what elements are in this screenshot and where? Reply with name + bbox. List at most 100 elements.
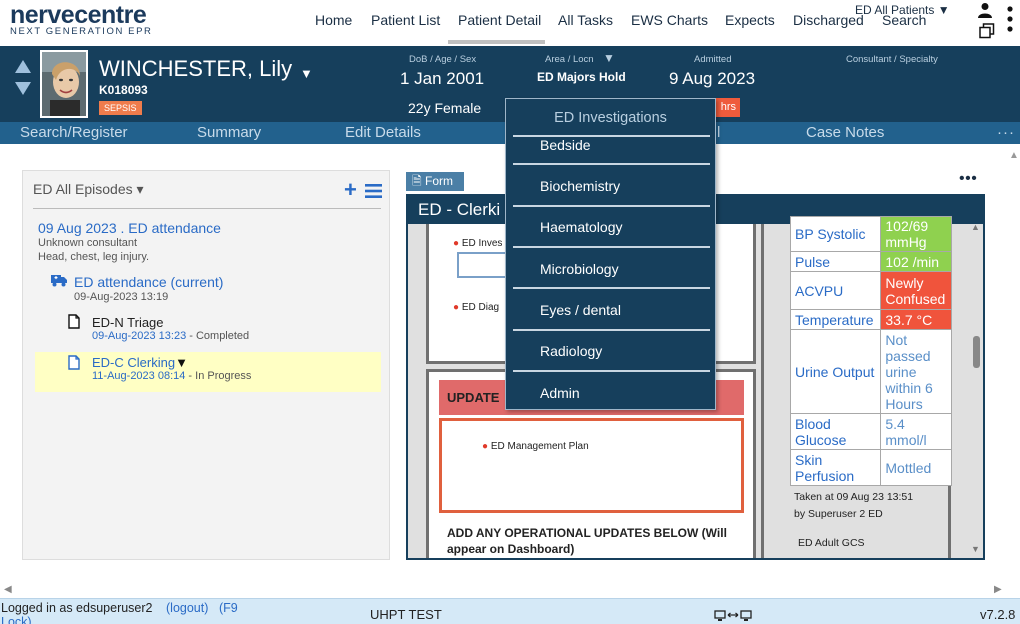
form-tab[interactable]: 🗎 Form: [406, 172, 464, 191]
dropdown-item-microbiology[interactable]: Microbiology: [540, 261, 619, 277]
clerking-form-meta: 11-Aug-2023 08:14 - In Progress: [92, 370, 251, 382]
investigations-label: ● ED Inves: [453, 238, 502, 249]
subnav-case-notes[interactable]: Case Notes: [806, 124, 884, 141]
form-scroll-down-icon[interactable]: ▼: [971, 544, 980, 554]
logo-tagline: NEXT GENERATION EPR: [10, 26, 153, 37]
form-scrollbar[interactable]: [973, 336, 980, 368]
clerking-form-row[interactable]: ED-C Clerking▼ 11-Aug-2023 08:14 - In Pr…: [35, 352, 381, 392]
clerking-form-label[interactable]: ED-C Clerking: [92, 355, 175, 370]
patient-photo[interactable]: [40, 50, 88, 118]
area-caret-icon[interactable]: ▼: [603, 51, 615, 65]
divider: [513, 370, 710, 372]
patient-name[interactable]: WINCHESTER, Lily: [99, 56, 292, 82]
previous-patient-icon[interactable]: [15, 60, 31, 73]
patient-id: K018093: [99, 83, 148, 97]
current-attendance-link[interactable]: ED attendance (current): [74, 274, 223, 290]
vitals-row: BP Systolic 102/69 mmHg: [789, 216, 952, 252]
investigations-dropdown: ED Investigations Bedside Biochemistry H…: [505, 98, 716, 410]
dropdown-item-biochemistry[interactable]: Biochemistry: [540, 178, 620, 194]
triage-form-name[interactable]: ED-N Triage: [92, 315, 164, 330]
vitals-label: BP Systolic: [789, 216, 882, 252]
vitals-row: ACVPU Newly Confused: [789, 271, 952, 310]
dropdown-item-radiology[interactable]: Radiology: [540, 343, 602, 359]
sepsis-flag-badge[interactable]: SEPSIS: [99, 101, 142, 115]
nav-active-indicator: [448, 40, 545, 44]
required-dot-icon: ●: [482, 441, 491, 452]
clerking-form-date[interactable]: 11-Aug-2023 08:14: [92, 370, 185, 382]
nav-search[interactable]: Search: [882, 12, 926, 28]
next-patient-icon[interactable]: [15, 82, 31, 95]
scroll-left-icon[interactable]: ◀: [4, 584, 12, 595]
gcs-label: ED Adult GCS: [798, 537, 865, 549]
dropdown-item-bedside[interactable]: Bedside: [540, 137, 591, 153]
age-sex-value: 22y Female: [408, 100, 482, 116]
user-icon[interactable]: [977, 2, 993, 18]
dropdown-title: ED Investigations: [554, 110, 667, 126]
list-menu-icon[interactable]: [365, 184, 382, 198]
area-label: Area / Locn: [545, 54, 594, 65]
admitted-label: Admitted: [694, 54, 732, 65]
nav-discharged[interactable]: Discharged: [793, 12, 864, 28]
dropdown-item-admin[interactable]: Admin: [540, 385, 580, 401]
subnav-edit-details[interactable]: Edit Details: [345, 124, 421, 141]
vitals-value: 33.7 °C: [880, 309, 952, 330]
subnav-hidden-item[interactable]: l: [717, 124, 720, 141]
subnav-search-register[interactable]: Search/Register: [20, 124, 128, 141]
logged-in-user: Logged in as edsuperuser2: [1, 601, 153, 615]
nav-patient-list[interactable]: Patient List: [371, 12, 440, 28]
form-more-icon[interactable]: •••: [959, 171, 977, 187]
lock-link-continued[interactable]: Lock): [1, 615, 32, 624]
nav-home[interactable]: Home: [315, 12, 352, 28]
subnav-summary[interactable]: Summary: [197, 124, 261, 141]
dropdown-item-haematology[interactable]: Haematology: [540, 219, 623, 235]
admitted-value: 9 Aug 2023: [669, 69, 756, 88]
operational-updates-label: ADD ANY OPERATIONAL UPDATES BELOW (Will …: [447, 526, 727, 556]
required-dot-icon: ●: [453, 302, 462, 313]
dropdown-item-eyes-dental[interactable]: Eyes / dental: [540, 302, 621, 318]
vitals-value: 102/69 mmHg: [880, 216, 952, 252]
form-scroll-up-icon[interactable]: ▲: [971, 222, 980, 232]
switch-screens-icon[interactable]: [714, 610, 752, 623]
divider: [513, 329, 710, 331]
dob-value: 1 Jan 2001: [400, 69, 485, 88]
form-tab-label: Form: [424, 174, 453, 188]
clerking-form-status: - In Progress: [185, 370, 252, 382]
clerking-caret-icon[interactable]: ▼: [175, 355, 188, 370]
nav-patient-detail[interactable]: Patient Detail: [458, 12, 541, 28]
vitals-table: BP Systolic 102/69 mmHg Pulse 102 /min ACVPU…: [789, 216, 952, 486]
patient-menu-caret-icon[interactable]: ▼: [300, 66, 313, 81]
clerking-form-name[interactable]: ED-C Clerking▼: [92, 355, 188, 370]
scroll-up-icon[interactable]: ▲: [1009, 150, 1019, 161]
form-doc-icon: 🗎: [412, 174, 425, 188]
nav-expects[interactable]: Expects: [725, 12, 775, 28]
patient-photo-image: [42, 52, 86, 116]
diagnosis-label-text: ED Diag: [461, 302, 500, 313]
episode-title[interactable]: 09 Aug 2023 . ED attendance: [38, 220, 221, 236]
logout-link[interactable]: (logout): [166, 601, 208, 615]
subnav-more-icon[interactable]: ···: [997, 125, 1015, 140]
divider: [33, 208, 381, 209]
vitals-value: 5.4 mmol/l: [880, 413, 952, 450]
episodes-filter[interactable]: ED All Episodes ▾: [33, 181, 144, 198]
management-plan-field[interactable]: ● ED Management Plan: [439, 418, 744, 513]
nav-all-tasks[interactable]: All Tasks: [558, 12, 613, 28]
lock-link[interactable]: (F9: [219, 601, 238, 615]
add-episode-icon[interactable]: +: [344, 177, 357, 203]
triage-form-date[interactable]: 09-Aug-2023 13:23: [92, 330, 186, 342]
scroll-right-icon[interactable]: ▶: [994, 584, 1002, 595]
diagnosis-label: ● ED Diag: [453, 302, 499, 313]
vitals-row: Temperature 33.7 °C: [789, 309, 952, 330]
divider: [513, 246, 710, 248]
app-version: v7.2.8: [980, 607, 1016, 622]
consultant-label: Consultant / Specialty: [846, 54, 938, 65]
vitals-panel: BP Systolic 102/69 mmHg Pulse 102 /min ACVPU…: [761, 216, 952, 558]
vitals-taken-by: by Superuser 2 ED: [794, 508, 883, 520]
nav-ews-charts[interactable]: EWS Charts: [631, 12, 708, 28]
copy-window-icon[interactable]: [979, 23, 995, 39]
episodes-panel: ED All Episodes ▾ + 09 Aug 2023 . ED att…: [22, 170, 390, 560]
area-value: ED Majors Hold: [537, 70, 626, 84]
vitals-label: Urine Output: [789, 329, 882, 414]
document-icon: [68, 314, 80, 329]
triage-form-status: - Completed: [186, 330, 250, 342]
more-menu-icon[interactable]: [1004, 4, 1016, 36]
